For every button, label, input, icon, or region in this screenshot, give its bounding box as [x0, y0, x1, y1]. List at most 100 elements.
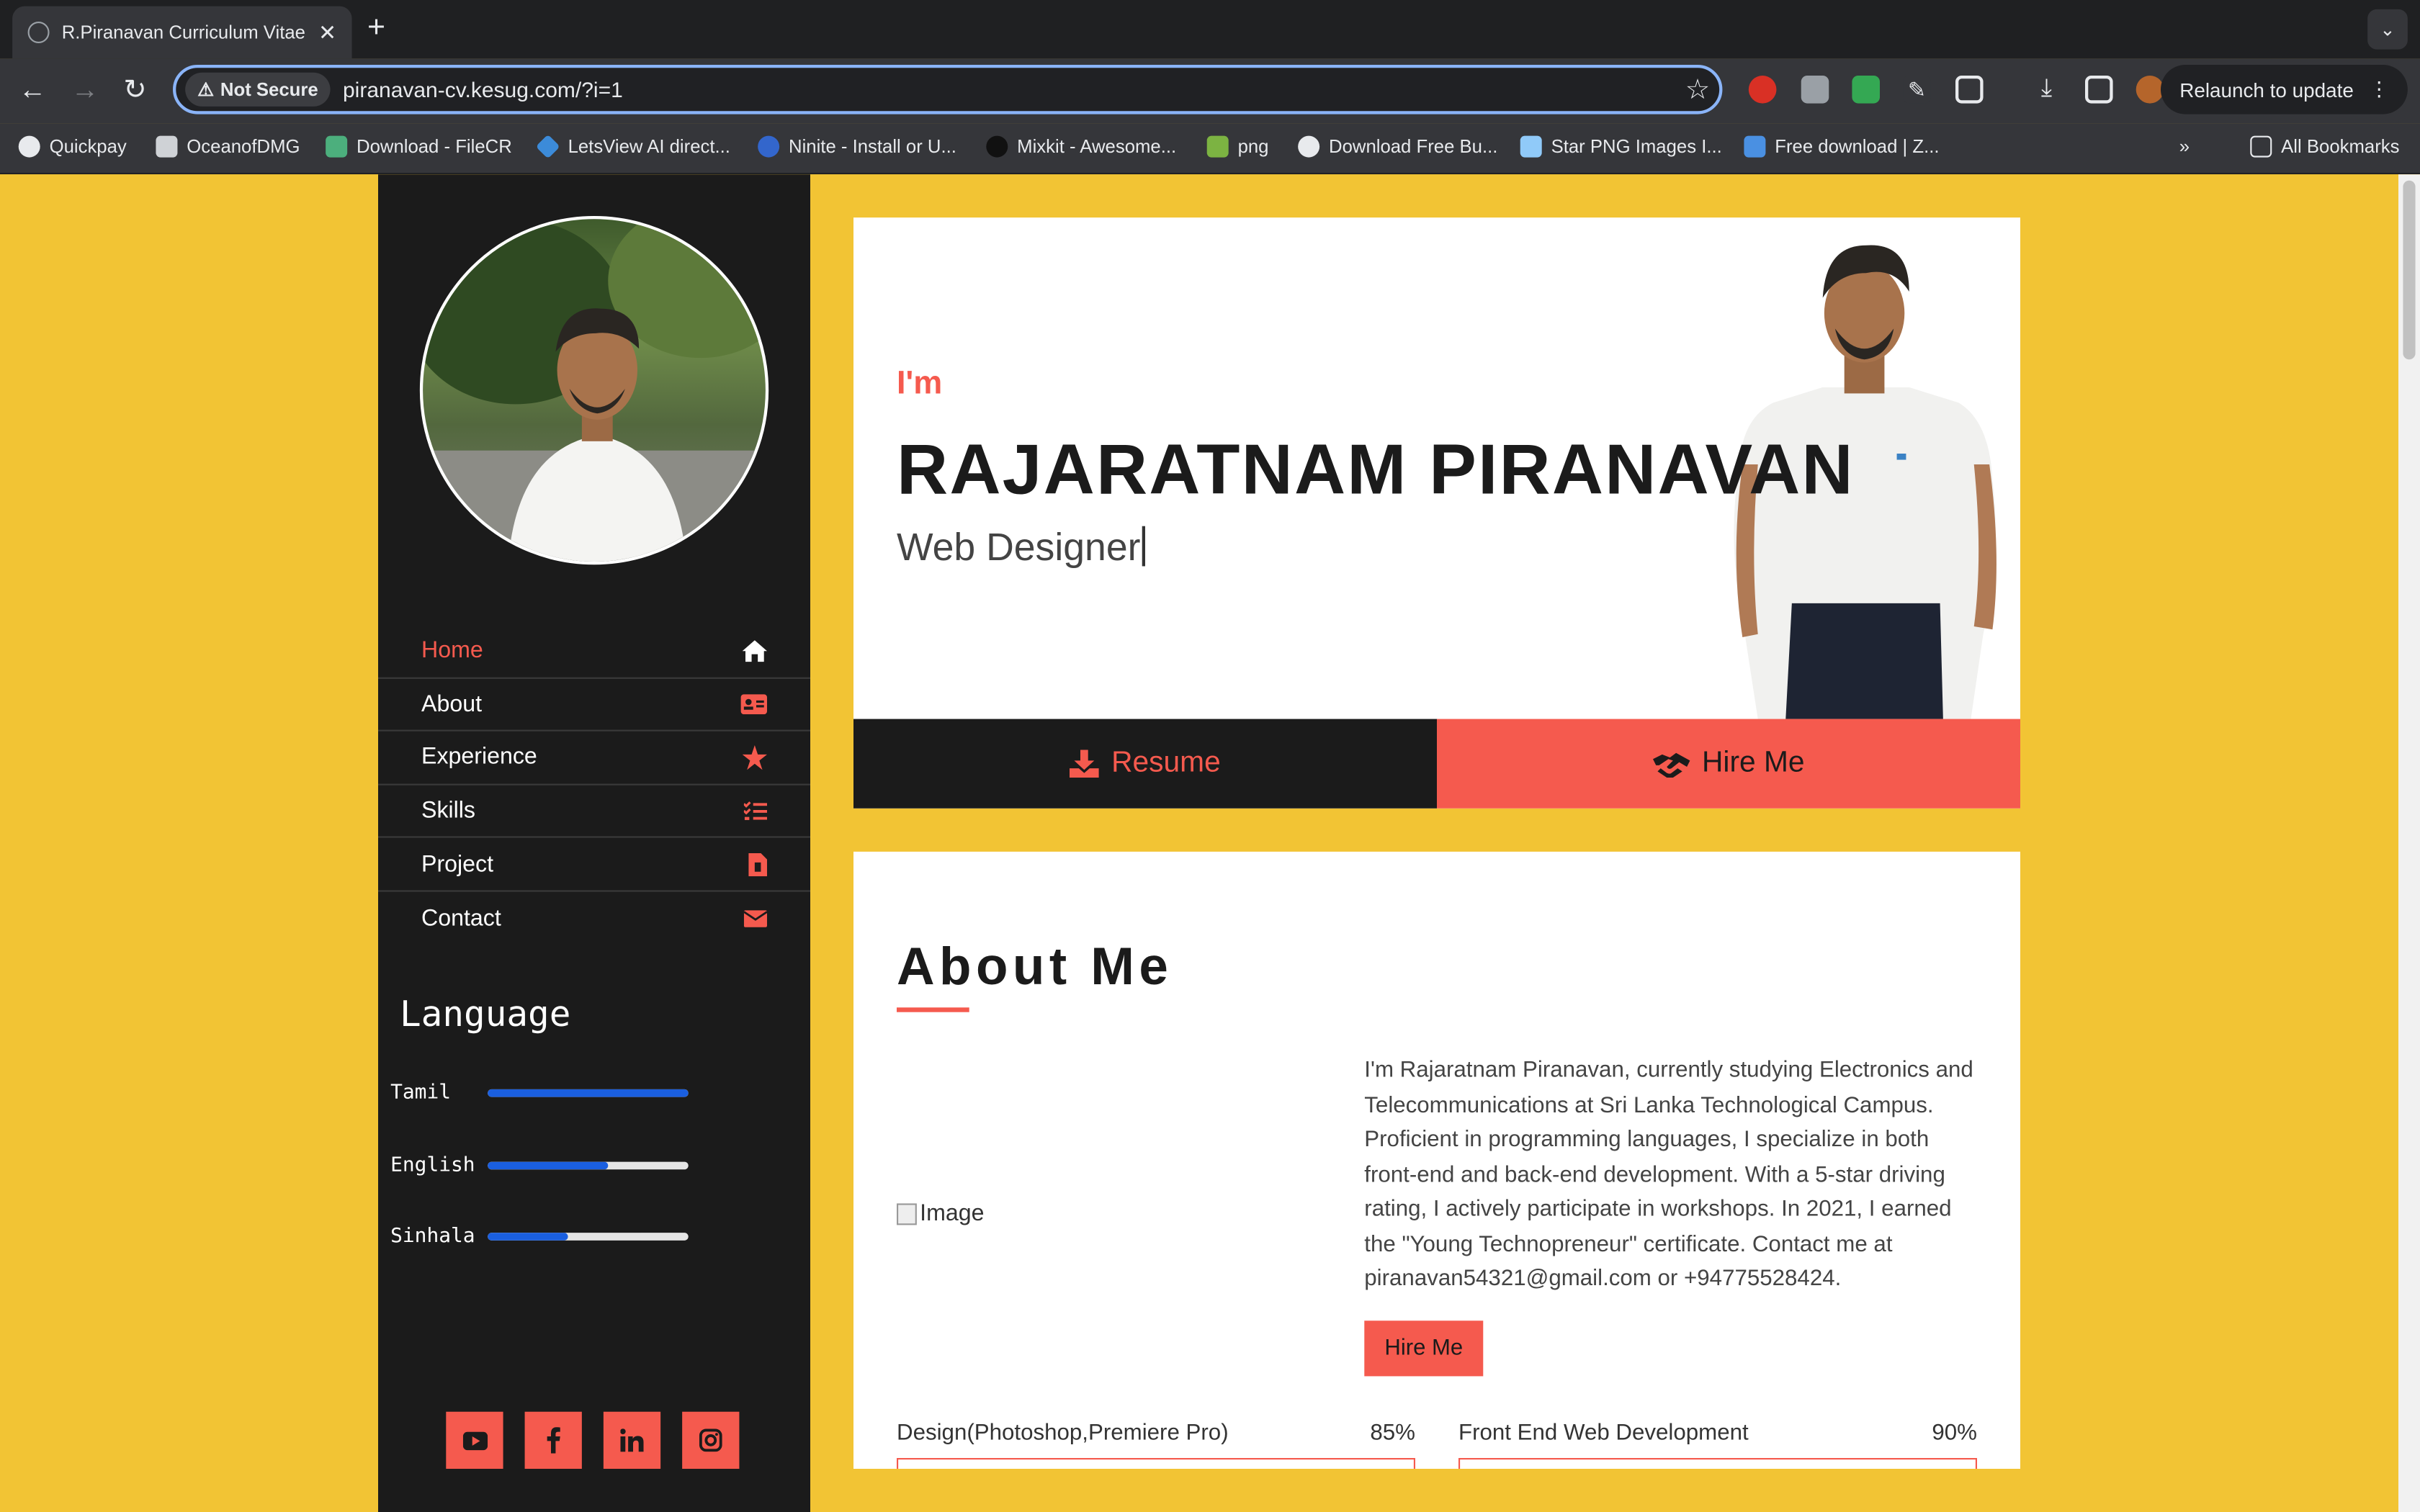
more-menu-icon[interactable]: ⋮	[2369, 77, 2389, 102]
browser-tab-bar: R.Piranavan Curriculum Vitae ✕ + ⌄	[0, 0, 2420, 59]
tab-search-button[interactable]: ⌄	[2367, 9, 2408, 50]
new-tab-button[interactable]: +	[367, 12, 385, 43]
reload-button[interactable]: ↻	[123, 74, 146, 105]
chevron-down-icon: ⌄	[2380, 18, 2396, 40]
bookmark-item[interactable]: Quickpay	[18, 135, 127, 158]
envelope-icon	[743, 909, 767, 927]
linkedin-button[interactable]	[603, 1411, 661, 1469]
bookmark-item[interactable]: Star PNG Images I...	[1520, 135, 1722, 158]
sidebar-item-home[interactable]: Home	[378, 625, 810, 678]
globe-icon	[27, 22, 50, 43]
language-bar-fill	[488, 1089, 689, 1097]
bookmark-star-icon[interactable]: ☆	[1685, 73, 1711, 106]
forward-button[interactable]: →	[71, 74, 99, 105]
all-bookmarks-button[interactable]: All Bookmarks	[2250, 135, 2400, 158]
youtube-icon	[462, 1431, 488, 1450]
about-description: I'm Rajaratnam Piranavan, currently stud…	[1364, 1058, 1973, 1292]
sidebar-item-project[interactable]: Project	[378, 838, 810, 892]
extension-icon[interactable]	[1852, 76, 1880, 104]
extension-icon[interactable]	[1748, 76, 1777, 104]
bookmark-item[interactable]: Free download | Z...	[1744, 135, 1940, 158]
letsview-icon	[535, 134, 560, 159]
language-row: Sinhala	[390, 1225, 689, 1248]
puzzle-icon[interactable]	[1955, 76, 1984, 104]
hero-name: RAJARATNAM PIRANAVAN	[897, 428, 1855, 510]
hero-role-text: Web Designer	[897, 526, 1141, 570]
double-chevron-icon: »	[2179, 135, 2190, 158]
sidebar-item-experience[interactable]: Experience	[378, 732, 810, 786]
extension-icon[interactable]	[1801, 76, 1829, 104]
language-bar-fill	[488, 1161, 609, 1170]
browser-toolbar: ← → ↻ ⚠ Not Secure piranavan-cv.kesug.co…	[0, 58, 2420, 124]
url-text[interactable]: piranavan-cv.kesug.com/?i=1	[343, 77, 1685, 102]
sidebar-item-label: Home	[421, 637, 483, 665]
bookmark-item[interactable]: Ninite - Install or U...	[758, 135, 956, 158]
instagram-button[interactable]	[682, 1411, 740, 1469]
address-bar[interactable]: ⚠ Not Secure piranavan-cv.kesug.com/?i=1…	[173, 65, 1723, 114]
relaunch-label: Relaunch to update	[2179, 78, 2354, 102]
about-hire-button[interactable]: Hire Me	[1364, 1320, 1484, 1377]
sidebar-item-skills[interactable]: Skills	[378, 785, 810, 839]
facebook-button[interactable]	[524, 1411, 582, 1469]
skill-name: Design(Photoshop,Premiere Pro)	[897, 1421, 1229, 1446]
hero-role: Web Designer	[897, 526, 1145, 571]
sidebar-item-about[interactable]: About	[378, 678, 810, 732]
bookmark-label: Quickpay	[49, 135, 127, 158]
profile-photo	[419, 216, 769, 565]
about-image-alt: Image	[920, 1200, 985, 1227]
bookmarks-overflow-button[interactable]: »	[2179, 136, 2190, 158]
sidebar-menu: Home About Experience Skills Project Con…	[378, 625, 810, 945]
bookmark-item[interactable]: Download - FileCR	[326, 135, 512, 158]
globe-icon	[18, 135, 40, 158]
language-bar	[488, 1233, 689, 1241]
handshake-icon	[1652, 752, 1690, 777]
typing-cursor	[1142, 526, 1145, 567]
sidebar: Home About Experience Skills Project Con…	[378, 174, 810, 1512]
facebook-icon	[547, 1427, 560, 1454]
sidebar-item-contact[interactable]: Contact	[378, 892, 810, 945]
download-icon[interactable]: ⤓	[2033, 76, 2061, 104]
profile-avatar[interactable]	[2136, 76, 2164, 104]
skill-row: Design(Photoshop,Premiere Pro) 85%	[897, 1421, 1415, 1446]
page-content: Home About Experience Skills Project Con…	[0, 174, 2420, 1512]
warning-icon: ⚠	[197, 78, 215, 101]
all-bookmarks-label: All Bookmarks	[2281, 135, 2400, 158]
hero-section: I'm RAJARATNAM PIRANAVAN Web Designer Re…	[853, 217, 2020, 809]
sidebar-item-label: Skills	[421, 798, 476, 824]
leaf-icon	[1206, 135, 1229, 158]
scrollbar[interactable]	[2398, 174, 2420, 1512]
mixkit-icon	[986, 135, 1008, 158]
hire-me-button[interactable]: Hire Me	[1436, 719, 2020, 809]
bookmark-label: Free download | Z...	[1775, 135, 1940, 158]
skill-bar	[1458, 1457, 1977, 1469]
skill-percent: 85%	[1370, 1421, 1415, 1446]
side-panel-icon[interactable]	[2085, 76, 2113, 104]
browser-tab[interactable]: R.Piranavan Curriculum Vitae ✕	[12, 6, 352, 59]
not-secure-badge[interactable]: ⚠ Not Secure	[185, 72, 331, 107]
about-section: About Me Image I'm Rajaratnam Piranavan,…	[853, 851, 2020, 1469]
skill-percent: 90%	[1932, 1421, 1977, 1446]
bookmarks-bar: Quickpay OceanofDMG Download - FileCR Le…	[0, 123, 2420, 175]
back-button[interactable]: ←	[19, 74, 47, 105]
pen-icon[interactable]: ✎	[1903, 76, 1931, 104]
bookmark-label: Ninite - Install or U...	[789, 135, 956, 158]
zedge-icon	[1744, 135, 1766, 158]
hire-me-label: Hire Me	[1702, 747, 1805, 780]
scrollbar-thumb[interactable]	[2403, 180, 2416, 360]
relaunch-button[interactable]: Relaunch to update ⋮	[2161, 65, 2408, 114]
bookmark-item[interactable]: Download Free Bu...	[1298, 135, 1498, 158]
wordpress-icon	[1298, 135, 1320, 158]
social-links	[446, 1411, 740, 1469]
bookmark-item[interactable]: OceanofDMG	[156, 135, 300, 158]
tab-close-button[interactable]: ✕	[318, 19, 336, 45]
youtube-button[interactable]	[446, 1411, 503, 1469]
resume-button[interactable]: Resume	[853, 719, 1437, 809]
folder-icon	[2250, 135, 2272, 158]
bookmark-item[interactable]: Mixkit - Awesome...	[986, 135, 1177, 158]
bookmark-item[interactable]: png	[1206, 135, 1268, 158]
file-icon	[748, 852, 767, 876]
bookmark-label: Mixkit - Awesome...	[1017, 135, 1177, 158]
bookmark-label: Download Free Bu...	[1329, 135, 1498, 158]
bookmark-item[interactable]: LetsView AI direct...	[535, 134, 730, 159]
bookmark-label: Download - FileCR	[356, 135, 512, 158]
